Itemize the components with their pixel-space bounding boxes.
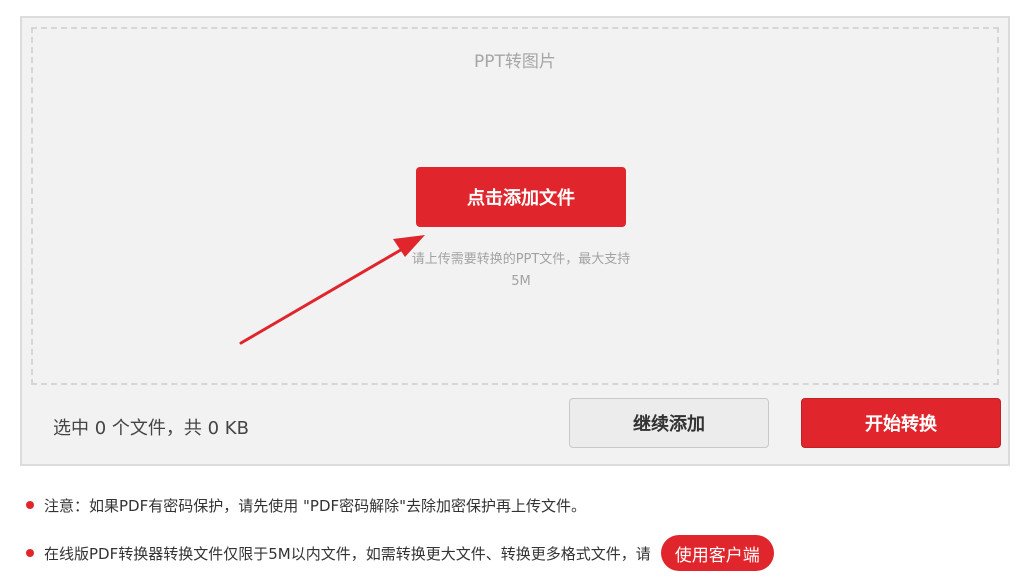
notes-list: 注意：如果PDF有密码保护，请先使用 "PDF密码解除"去除加密保护再上传文件。… (26, 486, 1020, 572)
pointer-arrow-icon (239, 235, 425, 345)
note-password: 注意：如果PDF有密码保护，请先使用 "PDF密码解除"去除加密保护再上传文件。 (26, 486, 1020, 524)
use-client-button[interactable]: 使用客户端 (660, 535, 774, 571)
bullet-dot-icon (26, 549, 34, 557)
note-password-text: 注意：如果PDF有密码保护，请先使用 "PDF密码解除"去除加密保护再上传文件。 (44, 496, 587, 515)
upload-dropzone[interactable]: PPT转图片 点击添加文件 请上传需要转换的PPT文件，最大支持 5M (31, 27, 999, 385)
converter-panel: PPT转图片 点击添加文件 请上传需要转换的PPT文件，最大支持 5M 选中 0… (20, 16, 1010, 466)
continue-add-button[interactable]: 继续添加 (569, 398, 769, 448)
add-file-button[interactable]: 点击添加文件 (416, 167, 626, 227)
bullet-dot-icon (26, 501, 34, 509)
dropzone-title: PPT转图片 (474, 52, 556, 72)
note-size-limit-text: 在线版PDF转换器转换文件仅限于5M以内文件，如需转换更大文件、转换更多格式文件… (44, 544, 651, 563)
file-summary: 选中 0 个文件，共 0 KB (53, 418, 249, 439)
note-size-limit: 在线版PDF转换器转换文件仅限于5M以内文件，如需转换更大文件、转换更多格式文件… (26, 534, 1020, 572)
start-convert-button[interactable]: 开始转换 (801, 398, 1001, 448)
